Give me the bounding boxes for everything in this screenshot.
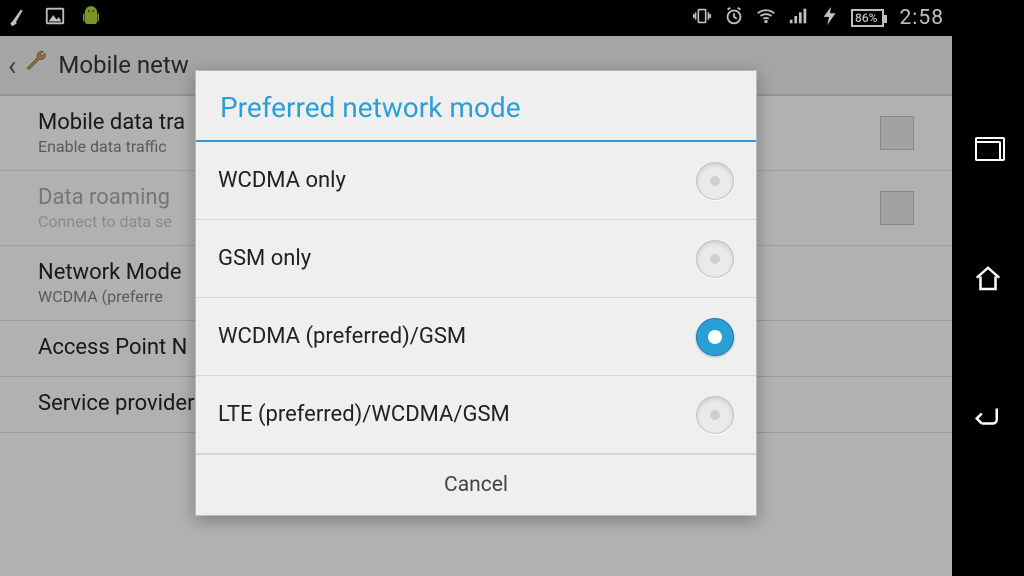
recent-apps-button[interactable]: [975, 141, 1001, 161]
dialog-option-list: WCDMA only GSM only WCDMA (preferred)/GSM L…: [196, 142, 756, 454]
dialog-option-label: WCDMA (preferred)/GSM: [218, 324, 696, 349]
dialog-option-label: WCDMA only: [218, 168, 696, 193]
back-button[interactable]: [973, 401, 1003, 435]
radio-button[interactable]: [696, 318, 734, 356]
radio-button[interactable]: [696, 240, 734, 278]
hardware-nav: [952, 0, 1024, 576]
dialog-title: Preferred network mode: [196, 71, 756, 142]
radio-button[interactable]: [696, 396, 734, 434]
cancel-button[interactable]: Cancel: [196, 454, 756, 515]
dialog-option[interactable]: WCDMA (preferred)/GSM: [196, 298, 756, 376]
home-button[interactable]: [973, 264, 1003, 298]
network-mode-dialog: Preferred network mode WCDMA only GSM onl…: [195, 70, 757, 516]
screen: 86% 2:58 ‹ Mobile netw Mobile data traEn…: [0, 0, 952, 576]
radio-button[interactable]: [696, 162, 734, 200]
dialog-option[interactable]: GSM only: [196, 220, 756, 298]
dialog-option[interactable]: WCDMA only: [196, 142, 756, 220]
dialog-option-label: GSM only: [218, 246, 696, 271]
dialog-option-label: LTE (preferred)/WCDMA/GSM: [218, 402, 696, 427]
dialog-option[interactable]: LTE (preferred)/WCDMA/GSM: [196, 376, 756, 454]
